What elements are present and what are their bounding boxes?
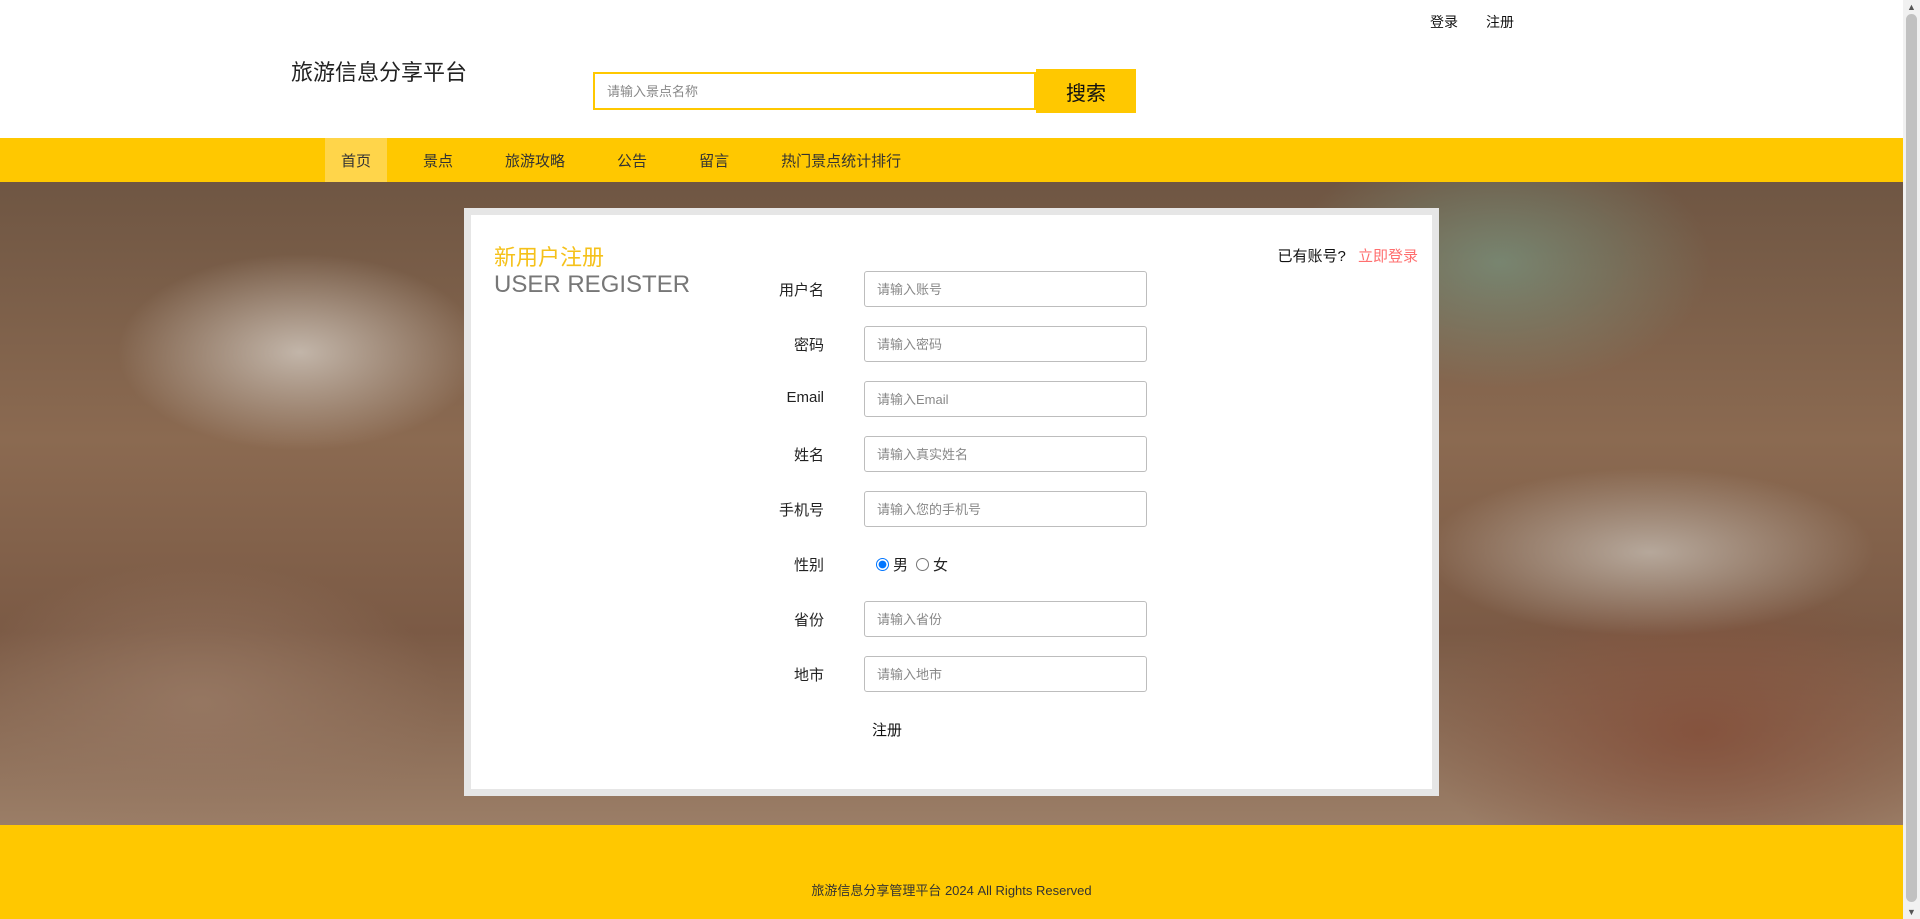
main-nav: 首页 景点 旅游攻略 公告 留言 热门景点统计排行 [0, 138, 1903, 182]
gender-female-label[interactable]: 女 [933, 554, 948, 575]
gender-radio-group: 男 女 [876, 554, 956, 575]
nav-item-home[interactable]: 首页 [325, 138, 388, 182]
scroll-up-arrow-icon[interactable]: ▲ [1903, 0, 1920, 14]
nav-item-scenic-spots[interactable]: 景点 [407, 138, 469, 182]
email-input[interactable] [864, 381, 1147, 417]
city-label: 地市 [793, 667, 824, 684]
top-login-link[interactable]: 登录 [1430, 12, 1458, 32]
gender-female-radio[interactable] [916, 558, 930, 571]
password-label: 密码 [793, 337, 824, 354]
gender-label: 性别 [793, 557, 824, 574]
top-register-link[interactable]: 注册 [1486, 12, 1514, 32]
city-input[interactable] [864, 656, 1147, 692]
search-input[interactable] [593, 72, 1036, 110]
register-submit-button[interactable]: 注册 [872, 719, 902, 740]
page-scrollbar[interactable]: ▲ ▼ [1903, 0, 1920, 919]
province-input[interactable] [864, 601, 1147, 637]
register-title: 新用户注册 USER REGISTER [494, 245, 690, 299]
phone-label: 手机号 [778, 502, 824, 519]
top-links: 登录 注册 [1430, 12, 1514, 32]
scroll-down-arrow-icon[interactable]: ▼ [1903, 905, 1920, 919]
register-card-frame: 新用户注册 USER REGISTER 已有账号? 立即登录 用户名 密码 Em… [464, 208, 1439, 796]
footer: 旅游信息分享管理平台 2024 All Rights Reserved [0, 825, 1903, 919]
province-label: 省份 [793, 612, 824, 629]
realname-input[interactable] [864, 436, 1147, 472]
nav-item-hot-spots-ranking[interactable]: 热门景点统计排行 [765, 138, 917, 182]
register-title-cn: 新用户注册 [494, 245, 605, 270]
nav-item-messages[interactable]: 留言 [683, 138, 745, 182]
email-label: Email [786, 389, 824, 406]
search-button[interactable]: 搜索 [1036, 69, 1136, 113]
gender-male-radio[interactable] [876, 558, 889, 571]
password-input[interactable] [864, 326, 1147, 362]
nav-item-travel-guides[interactable]: 旅游攻略 [489, 138, 581, 182]
site-title: 旅游信息分享平台 [291, 60, 468, 85]
scrollbar-thumb[interactable] [1906, 14, 1917, 902]
login-hint-text: 已有账号? [1277, 248, 1346, 265]
gender-male-label[interactable]: 男 [893, 554, 908, 575]
search-bar: 搜索 [593, 69, 1136, 113]
login-hint: 已有账号? 立即登录 [1277, 245, 1418, 266]
phone-input[interactable] [864, 491, 1147, 527]
username-label: 用户名 [778, 282, 824, 299]
register-title-en: USER REGISTER [494, 271, 691, 298]
nav-item-announcements[interactable]: 公告 [601, 138, 663, 182]
username-input[interactable] [864, 271, 1147, 307]
login-now-link[interactable]: 立即登录 [1358, 248, 1418, 265]
register-card: 新用户注册 USER REGISTER 已有账号? 立即登录 用户名 密码 Em… [471, 215, 1432, 789]
footer-copyright: 旅游信息分享管理平台 2024 All Rights Reserved [811, 882, 1092, 898]
realname-label: 姓名 [793, 447, 824, 464]
